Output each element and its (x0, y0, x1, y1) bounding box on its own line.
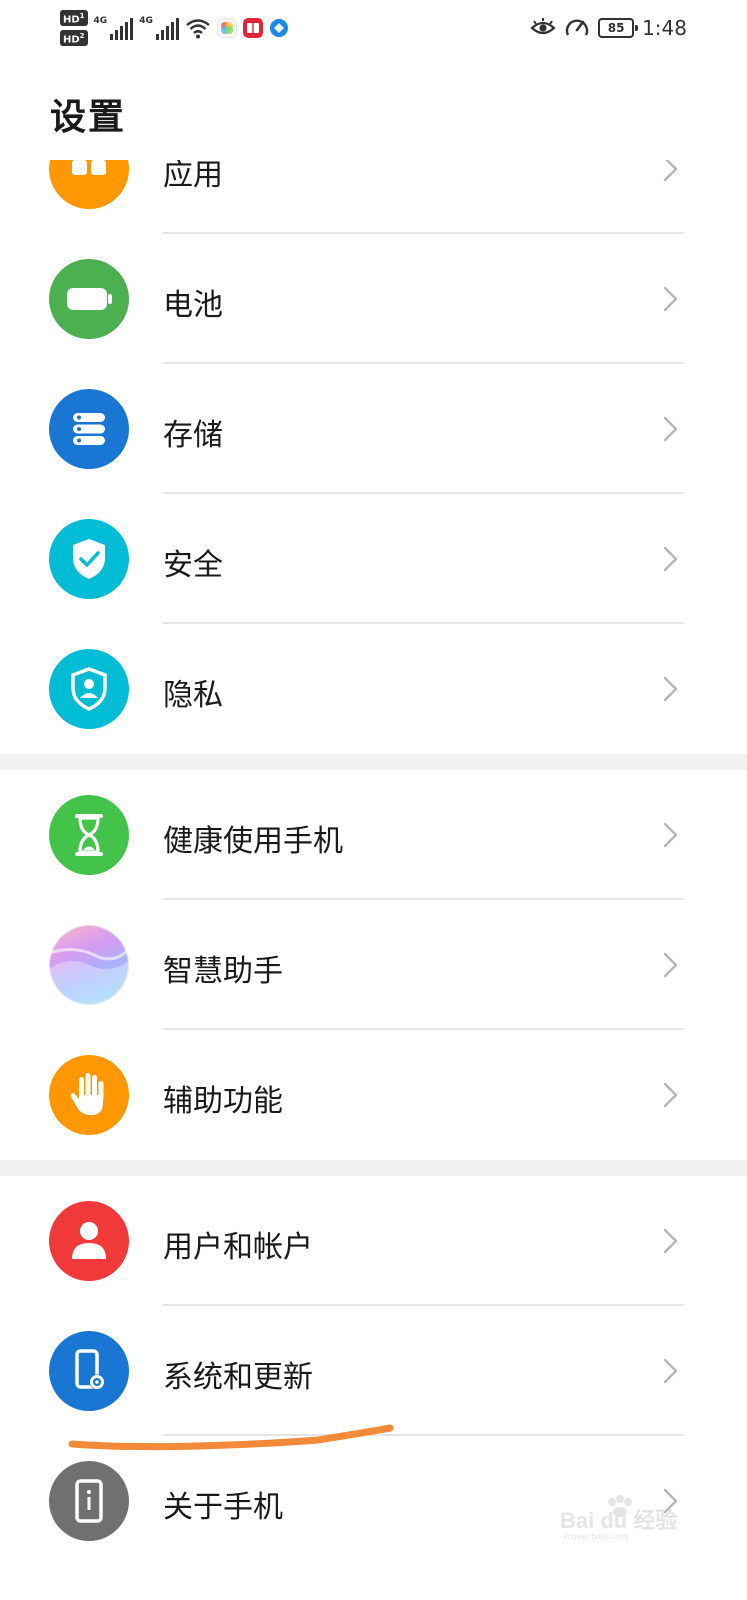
phone-info-icon (49, 1461, 129, 1541)
settings-item-system-update[interactable]: 系统和更新 (0, 1306, 747, 1436)
status-bar: HD1 HD2 4G 4G 85 1:48 (0, 0, 747, 56)
settings-item-privacy[interactable]: 隐私 (0, 624, 747, 754)
phone-settings-icon (49, 1331, 129, 1411)
shield-check-icon (49, 519, 129, 599)
settings-item-security[interactable]: 安全 (0, 494, 747, 624)
svg-text:Bai du 经验: Bai du 经验 (560, 1508, 677, 1533)
signal-sim2-icon: 4G (139, 16, 179, 40)
chevron-right-icon (663, 1358, 678, 1384)
chevron-right-icon (663, 1228, 678, 1254)
photos-app-icon (216, 18, 237, 38)
settings-item-label: 应用 (163, 158, 223, 193)
settings-item-apps[interactable]: 应用 (0, 104, 747, 234)
wifi-icon (186, 19, 210, 39)
signal-sim1-icon: 4G (94, 16, 134, 40)
settings-item-label: 用户和帐户 (163, 1230, 313, 1265)
svg-text:jingyan.baidu.com: jingyan.baidu.com (563, 1532, 629, 1540)
chevron-right-icon (663, 286, 678, 312)
settings-item-label: 辅助功能 (163, 1084, 283, 1119)
browser-app-icon (269, 19, 288, 37)
settings-item-accessibility[interactable]: 辅助功能 (0, 1030, 747, 1160)
settings-item-battery[interactable]: 电池 (0, 234, 747, 364)
chevron-right-icon (663, 952, 678, 978)
sim2-hd-badge: HD2 (60, 30, 88, 47)
chevron-right-icon (663, 1082, 678, 1108)
storage-icon (49, 389, 129, 469)
settings-item-label: 关于手机 (163, 1490, 283, 1525)
chevron-right-icon (663, 676, 678, 702)
assistant-orb-icon (49, 925, 129, 1005)
settings-item-label: 安全 (163, 548, 223, 583)
battery-icon (49, 259, 129, 339)
apps-icon (49, 160, 129, 209)
eye-comfort-icon (530, 18, 556, 35)
chevron-right-icon (663, 546, 678, 572)
hourglass-icon (49, 795, 129, 875)
chevron-right-icon (663, 416, 678, 442)
settings-item-assistant[interactable]: 智慧助手 (0, 900, 747, 1030)
reader-app-icon (242, 18, 263, 38)
privacy-shield-icon (49, 649, 129, 729)
settings-item-digital-balance[interactable]: 健康使用手机 (0, 770, 747, 900)
settings-item-users-accounts[interactable]: 用户和帐户 (0, 1176, 747, 1306)
settings-item-label: 存储 (163, 418, 223, 453)
sim1-hd-badge: HD1 (60, 9, 88, 26)
section-separator (0, 1160, 747, 1176)
speedometer-icon (565, 19, 589, 36)
chevron-right-icon (663, 160, 678, 182)
user-icon (49, 1201, 129, 1281)
battery-indicator: 85 (598, 18, 639, 38)
status-clock: 1:48 (642, 16, 687, 40)
settings-item-label: 隐私 (163, 678, 223, 713)
chevron-right-icon (663, 822, 678, 848)
annotation-underline (68, 1424, 394, 1451)
hand-icon (49, 1055, 129, 1135)
settings-item-label: 电池 (163, 288, 223, 323)
watermark-logo: Bai du 经验 jingyan.baidu.com (560, 1490, 710, 1541)
settings-item-label: 健康使用手机 (163, 824, 343, 859)
settings-item-label: 系统和更新 (163, 1360, 313, 1395)
settings-item-label: 智慧助手 (163, 954, 283, 989)
section-separator (0, 754, 747, 770)
settings-item-storage[interactable]: 存储 (0, 364, 747, 494)
